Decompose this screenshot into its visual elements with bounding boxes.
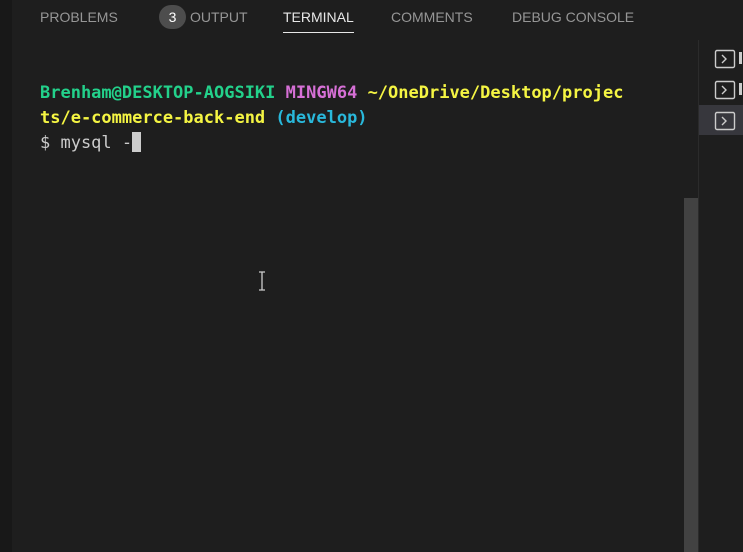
tab-debug-console-label: DEBUG CONSOLE (512, 9, 635, 25)
panel-tab-bar: PROBLEMS 3 OUTPUT TERMINAL COMMENTS DEBU… (12, 0, 743, 36)
terminal-icon (714, 80, 736, 100)
text-cursor (132, 132, 142, 152)
prompt-user-host: Brenham@DESKTOP-AOGSIKI (40, 83, 276, 103)
active-tab-indicator (283, 32, 354, 33)
tab-debug-console[interactable]: DEBUG CONSOLE (512, 0, 634, 36)
terminal-icon (714, 111, 736, 131)
tab-output[interactable]: OUTPUT (190, 0, 248, 36)
prompt-env: MINGW64 (285, 83, 358, 103)
terminal-list-item-2[interactable] (699, 74, 743, 104)
tab-comments[interactable]: COMMENTS (391, 0, 473, 36)
terminal-list-item-3[interactable] (699, 105, 743, 135)
prompt-git-branch: (develop) (275, 108, 368, 128)
terminal-list-item-1[interactable] (699, 43, 743, 73)
terminal-icon (714, 49, 736, 69)
tab-terminal[interactable]: TERMINAL (283, 0, 354, 36)
terminal-list-item-label-edge (739, 83, 742, 95)
terminal-area[interactable]: Brenham@DESKTOP-AOGSIKI MINGW64 ~/OneDri… (12, 40, 684, 552)
tab-terminal-label: TERMINAL (283, 9, 354, 25)
terminal-list-panel (698, 40, 743, 552)
tab-output-label: OUTPUT (190, 9, 248, 25)
command-line[interactable]: $ mysql - (40, 131, 142, 156)
tab-problems[interactable]: PROBLEMS 3 (40, 0, 186, 36)
prompt-path-part-2: ts/e-commerce-back-end (40, 108, 266, 128)
prompt-line-2: ts/e-commerce-back-end (develop) (40, 106, 368, 131)
terminal-list-item-label-edge (739, 52, 742, 64)
terminal-scrollbar-thumb[interactable] (684, 198, 698, 552)
command-text: $ mysql - (40, 133, 133, 153)
problems-count-badge: 3 (159, 5, 186, 29)
prompt-line-1: Brenham@DESKTOP-AOGSIKI MINGW64 ~/OneDri… (40, 81, 623, 106)
panel-left-edge (0, 0, 12, 552)
tab-problems-label: PROBLEMS (40, 9, 118, 25)
ibeam-cursor-icon (259, 271, 265, 291)
tab-comments-label: COMMENTS (391, 9, 473, 25)
prompt-path-part-1: ~/OneDrive/Desktop/projec (367, 83, 624, 103)
